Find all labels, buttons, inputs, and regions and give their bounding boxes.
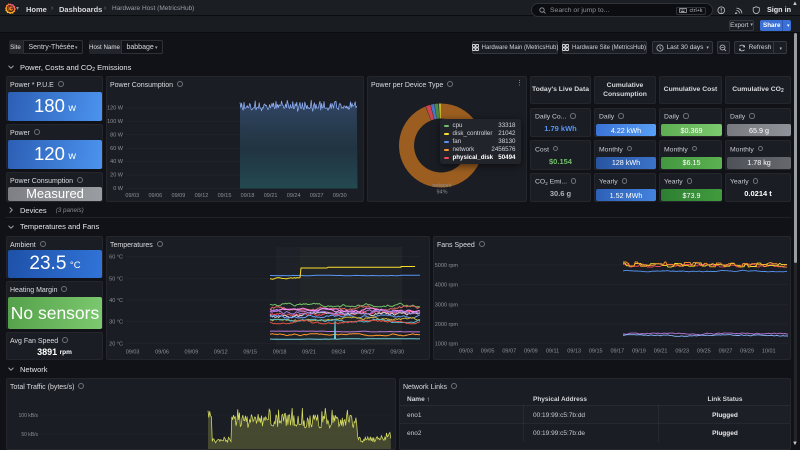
svg-text:94%: 94% [436,190,447,196]
svg-text:network: network [432,183,452,189]
svg-text:09/09: 09/09 [524,349,538,355]
svg-text:1000 rpm: 1000 rpm [435,342,459,348]
svg-text:09/13: 09/13 [567,349,581,355]
svg-text:09/21: 09/21 [264,193,278,199]
svg-text:50 °C: 50 °C [109,276,123,282]
svg-text:60 °C: 60 °C [109,255,123,261]
svg-text:100 W: 100 W [107,119,124,125]
svg-text:09/27: 09/27 [310,193,324,199]
svg-text:4000 rpm: 4000 rpm [435,283,459,289]
svg-text:09/24: 09/24 [332,350,346,356]
svg-text:09/18: 09/18 [273,350,287,356]
svg-text:09/24: 09/24 [287,193,301,199]
svg-text:2000 rpm: 2000 rpm [435,322,459,328]
svg-text:09/09: 09/09 [172,193,186,199]
svg-text:09/30: 09/30 [390,350,404,356]
svg-text:20 °C: 20 °C [109,341,123,347]
svg-text:09/30: 09/30 [333,193,347,199]
svg-text:09/19: 09/19 [632,349,646,355]
svg-text:09/17: 09/17 [610,349,624,355]
svg-text:40 W: 40 W [110,159,124,165]
svg-text:09/27: 09/27 [361,350,375,356]
svg-text:09/12: 09/12 [195,193,209,199]
svg-text:09/18: 09/18 [241,193,255,199]
svg-text:10/01: 10/01 [762,349,776,355]
svg-text:09/21: 09/21 [654,349,668,355]
svg-text:09/03: 09/03 [125,193,139,199]
svg-text:09/15: 09/15 [589,349,603,355]
svg-text:20 W: 20 W [110,173,124,179]
svg-text:60 W: 60 W [110,146,124,152]
svg-text:09/11: 09/11 [546,349,559,355]
svg-text:0 W: 0 W [113,186,124,192]
svg-text:120 W: 120 W [107,106,124,112]
svg-text:5000 rpm: 5000 rpm [435,263,459,269]
svg-text:09/03: 09/03 [459,349,473,355]
svg-text:09/25: 09/25 [697,349,711,355]
svg-text:40 °C: 40 °C [109,298,123,304]
svg-text:09/15: 09/15 [218,193,232,199]
svg-text:3000 rpm: 3000 rpm [435,302,459,308]
svg-text:09/21: 09/21 [302,350,316,356]
svg-text:09/06: 09/06 [148,193,162,199]
svg-text:09/09: 09/09 [185,350,199,356]
svg-text:09/05: 09/05 [481,349,495,355]
svg-text:80 W: 80 W [110,132,124,138]
svg-text:09/15: 09/15 [243,350,257,356]
svg-text:100 kB/s: 100 kB/s [19,413,39,419]
svg-text:30 °C: 30 °C [109,320,123,326]
svg-text:09/06: 09/06 [155,350,169,356]
svg-text:09/03: 09/03 [126,350,140,356]
svg-text:09/23: 09/23 [675,349,689,355]
svg-text:09/07: 09/07 [502,349,516,355]
svg-text:50 kB/s: 50 kB/s [21,432,38,438]
svg-text:09/27: 09/27 [719,349,733,355]
svg-text:09/12: 09/12 [214,350,228,356]
svg-text:09/29: 09/29 [740,349,754,355]
